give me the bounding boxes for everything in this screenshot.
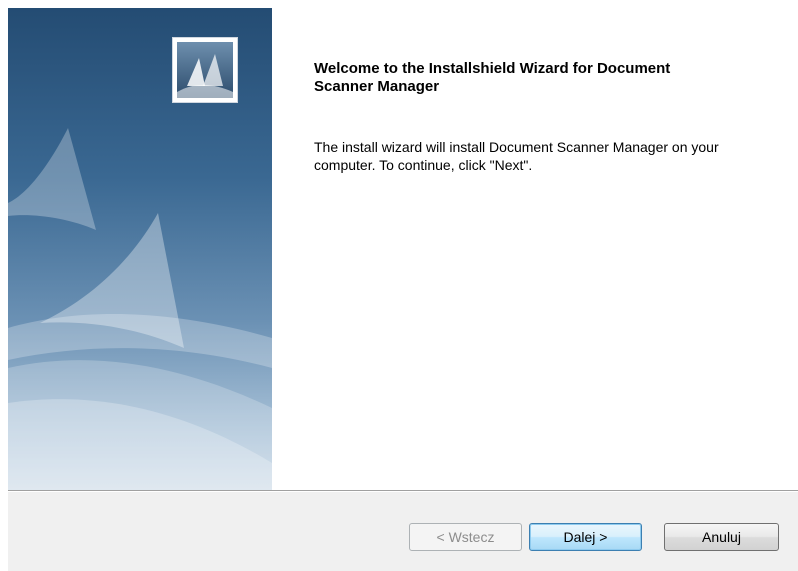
cancel-button[interactable]: Anuluj (664, 523, 779, 551)
sail-banner-graphic (8, 8, 272, 490)
back-button[interactable]: < Wstecz (409, 523, 522, 551)
next-button[interactable]: Dalej > (529, 523, 642, 551)
page-title: Welcome to the Installshield Wizard for … (314, 60, 671, 95)
welcome-content: Welcome to the Installshield Wizard for … (314, 60, 774, 174)
welcome-description: The install wizard will install Document… (314, 139, 719, 173)
installshield-logo-icon (172, 37, 238, 103)
installer-window: Welcome to the Installshield Wizard for … (0, 0, 798, 571)
